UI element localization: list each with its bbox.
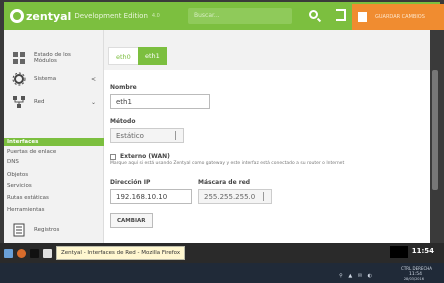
name-field[interactable]: eth1 — [110, 94, 210, 109]
sidebar-item-modules[interactable]: Estado de los Módulos — [4, 48, 104, 68]
sidebar-subitem-tools[interactable]: Herramientas — [4, 205, 104, 215]
sidebar-subitem-gateways[interactable]: Puertas de enlace — [4, 147, 104, 157]
main-panel: eth0 eth1 Nombre eth1 Método Estático Ex… — [104, 30, 440, 243]
netmask-select[interactable]: 255.255.255.0 — [198, 189, 272, 204]
host-key-label: CTRL DERECHA — [401, 266, 432, 271]
save-changes-button[interactable]: GUARDAR CAMBIOS — [352, 4, 444, 30]
netmask-label: Máscara de red — [198, 179, 251, 186]
grid-icon — [13, 52, 25, 64]
document-icon — [13, 223, 25, 237]
name-label: Nombre — [110, 84, 137, 91]
zentyal-logo[interactable]: zentyal Development Edition 4.0 — [10, 9, 160, 23]
logo-icon — [10, 9, 24, 23]
sidebar-item-label: Registros — [34, 227, 60, 233]
sidebar-item-system[interactable]: Sistema < — [4, 70, 104, 88]
gear-icon — [12, 72, 26, 86]
method-value: Estático — [116, 132, 144, 140]
external-help-text: Marque aquí si está usando Zentyal como … — [110, 161, 345, 166]
sidebar: Estado de los Módulos Sistema < Red ⌄ In… — [4, 30, 104, 243]
search-input[interactable]: Buscar... — [188, 8, 292, 24]
logout-icon[interactable] — [336, 9, 346, 21]
tab-eth1[interactable]: eth1 — [138, 47, 167, 65]
external-checkbox[interactable] — [110, 154, 116, 160]
host-date: 28/03/2016 — [403, 277, 424, 281]
netmask-value: 255.255.255.0 — [204, 193, 256, 201]
screen: zentyal Development Edition 4.0 Buscar..… — [0, 0, 444, 283]
top-bar: zentyal Development Edition 4.0 Buscar..… — [4, 2, 444, 30]
page-scrollbar[interactable] — [430, 30, 440, 243]
tab-eth0[interactable]: eth0 — [108, 47, 139, 65]
taskbar-block — [390, 246, 408, 258]
chevron-left-icon: < — [90, 75, 96, 83]
save-changes-label: GUARDAR CAMBIOS — [375, 14, 425, 20]
file-manager-icon[interactable] — [4, 248, 13, 258]
sidebar-subitem-dns[interactable]: DNS — [4, 157, 104, 167]
taskbar: Zentyal - Interfaces de Red - Mozilla Fi… — [0, 243, 444, 263]
floppy-icon — [358, 12, 367, 22]
sidebar-item-label: Estado de los Módulos — [34, 52, 71, 64]
host-tray: ⚲ ▲ ✉ ◐ CTRL DERECHA 11:54 28/03/2016 — [0, 263, 444, 283]
terminal-icon[interactable] — [30, 248, 39, 258]
firefox-icon[interactable] — [17, 248, 26, 258]
select-arrows-icon — [263, 192, 267, 201]
sidebar-subitem-static-routes[interactable]: Rutas estáticas — [4, 193, 104, 203]
change-button[interactable]: CAMBIAR — [110, 213, 153, 228]
search-icon[interactable] — [309, 10, 318, 19]
method-label: Método — [110, 118, 136, 125]
sidebar-subitem-services[interactable]: Servicios — [4, 181, 104, 191]
sidebar-subitem-objects[interactable]: Objetos — [4, 170, 104, 180]
brand-version: 4.0 — [151, 13, 160, 19]
sidebar-item-network[interactable]: Red ⌄ — [4, 92, 104, 112]
select-arrows-icon — [175, 131, 179, 140]
ip-address-field[interactable]: 192.168.10.10 — [110, 189, 192, 204]
chevron-down-icon: ⌄ — [90, 98, 96, 106]
method-select[interactable]: Estático — [110, 128, 184, 143]
sidebar-item-label: Sistema — [34, 76, 57, 82]
external-label: Externo (WAN) — [120, 153, 170, 160]
interface-tabs: eth0 eth1 — [104, 30, 440, 70]
taskbar-clock: 11:54 — [411, 247, 434, 255]
ip-address-label: Dirección IP — [110, 179, 151, 186]
taskbar-window-firefox[interactable]: Zentyal - Interfaces de Red - Mozilla Fi… — [56, 246, 186, 260]
sidebar-subitem-interfaces[interactable]: Interfaces — [4, 138, 104, 146]
app-icon[interactable] — [43, 248, 52, 258]
brand-name: zentyal — [26, 9, 72, 23]
brand-edition: Development Edition — [74, 12, 148, 20]
sidebar-item-label: Red — [34, 99, 45, 105]
tray-icons: ⚲ ▲ ✉ ◐ — [339, 273, 374, 279]
sidebar-item-logs[interactable]: Registros — [4, 220, 104, 240]
network-icon — [13, 96, 25, 108]
scrollbar-thumb[interactable] — [432, 70, 438, 190]
